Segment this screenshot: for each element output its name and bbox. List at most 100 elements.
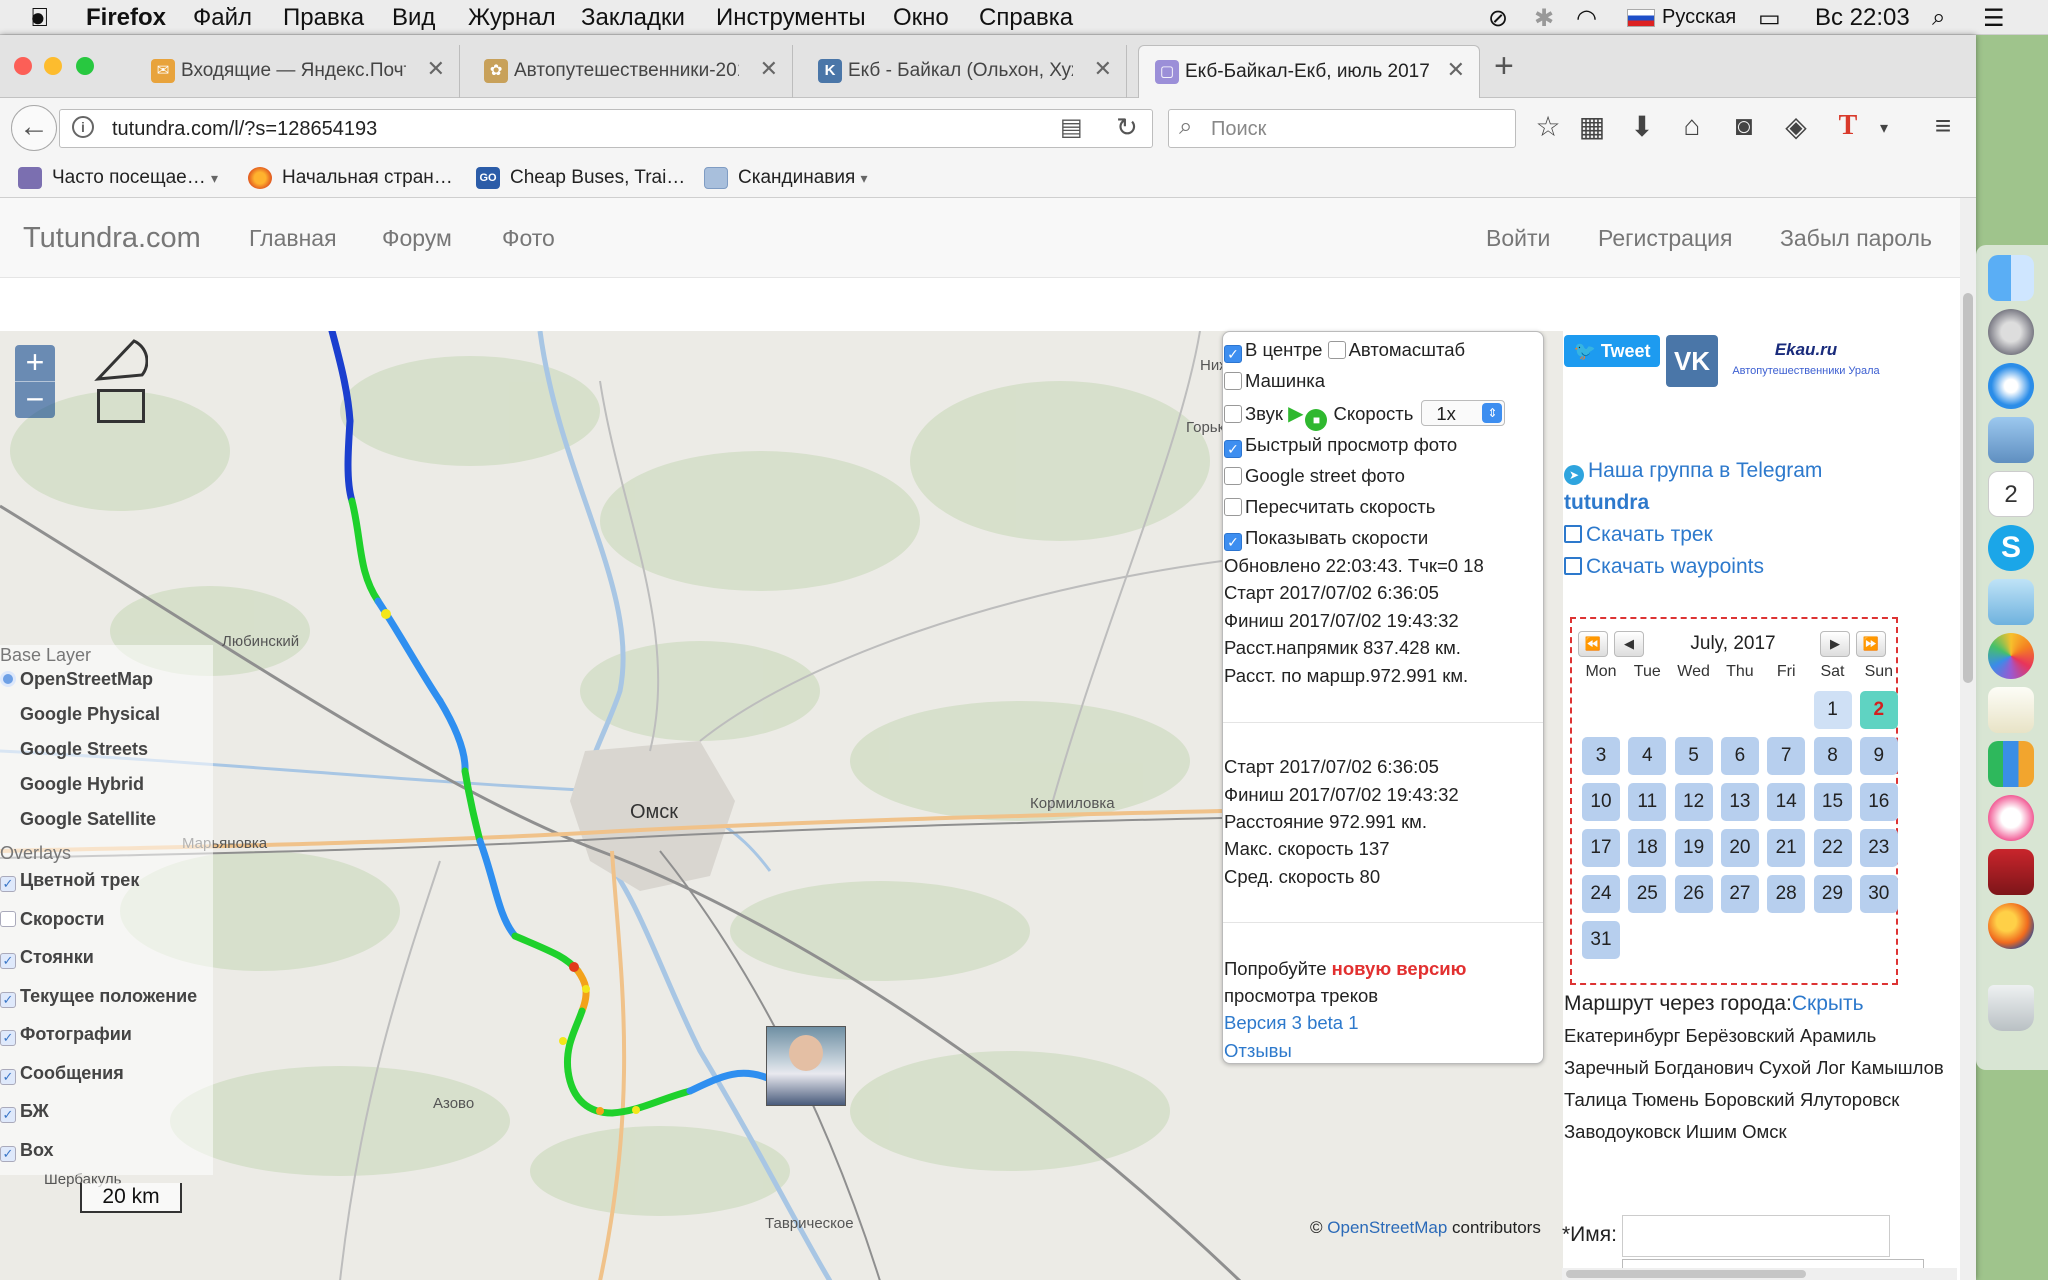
photo-booth-icon[interactable]	[1988, 849, 2034, 895]
calendar-day[interactable]: 4	[1628, 737, 1667, 775]
time-machine-icon[interactable]: ⊘	[1488, 4, 1508, 33]
calendar-day[interactable]: 26	[1674, 875, 1713, 913]
next-year-button[interactable]: ⏩	[1856, 631, 1886, 657]
calendar-day[interactable]: 19	[1674, 829, 1713, 867]
tab-yandex-mail[interactable]: ✉ Входящие — Яндекс.Почта ✕	[135, 45, 460, 98]
name-input[interactable]	[1622, 1215, 1890, 1257]
bookmark-star-icon[interactable]: ☆	[1530, 110, 1566, 143]
site-brand[interactable]: Tutundra.com	[23, 222, 201, 255]
checkbox-checked-icon[interactable]: ✓	[0, 1146, 16, 1162]
vk-share-button[interactable]: VK	[1666, 335, 1718, 387]
checkbox-checked-icon[interactable]: ✓	[1224, 345, 1242, 363]
calendar-day[interactable]: 17	[1582, 829, 1620, 867]
checkbox-checked-icon[interactable]: ✓	[0, 992, 16, 1008]
option-google-street[interactable]: Google street фото	[1224, 465, 1405, 487]
nav-register[interactable]: Регистрация	[1598, 225, 1732, 252]
scroll-thumb[interactable]	[1963, 293, 1973, 683]
close-tab-icon[interactable]: ✕	[760, 56, 778, 82]
textedit-icon[interactable]	[1988, 687, 2034, 733]
bookmarks-list-icon[interactable]: ▦	[1574, 110, 1610, 143]
speed-select[interactable]: 1x ⇕	[1421, 400, 1506, 426]
bookmark-most-visited[interactable]: Часто посещае… ▾	[18, 167, 218, 189]
pause-icon[interactable]: ■	[1305, 409, 1328, 431]
translate-extension-icon[interactable]: T	[1830, 110, 1866, 142]
trash-icon[interactable]	[1988, 985, 2034, 1031]
base-layer-google-physical[interactable]: Google Physical	[20, 704, 160, 725]
calendar-day[interactable]: 14	[1767, 783, 1806, 821]
url-text[interactable]: tutundra.com/l/?s=128654193	[112, 118, 377, 141]
menu-app-name[interactable]: Firefox	[86, 4, 166, 32]
option-center[interactable]: ✓ В центре Автомасштаб	[1224, 339, 1465, 363]
calendar-day[interactable]: 20	[1720, 829, 1759, 867]
prev-year-button[interactable]: ⏪	[1578, 631, 1608, 657]
checkbox-checked-icon[interactable]: ✓	[0, 876, 16, 892]
zoom-out-button[interactable]: −	[15, 381, 55, 417]
back-button[interactable]: ←	[11, 105, 57, 151]
menu-window[interactable]: Окно	[893, 4, 949, 32]
radio-selected-icon[interactable]	[0, 671, 16, 687]
calendar-day[interactable]: 30	[1859, 875, 1898, 913]
menu-hamburger-icon[interactable]: ≡	[1925, 110, 1961, 142]
bookmark-folder-scandinavia[interactable]: Скандинавия ▾	[704, 167, 868, 189]
play-icon[interactable]: ▶	[1288, 403, 1303, 425]
bookmark-start-page[interactable]: Начальная стран…	[248, 167, 453, 189]
reload-icon[interactable]: ↻	[1116, 112, 1138, 143]
calendar-day[interactable]: 21	[1767, 829, 1806, 867]
overlay-color-track[interactable]: ✓ Цветной трек	[0, 870, 139, 892]
photos-icon[interactable]	[1988, 633, 2034, 679]
tab-autotravel[interactable]: ✿ Автопутешественники-2017! Е ✕	[468, 45, 793, 98]
info-icon[interactable]: i	[72, 116, 94, 138]
calendar-day[interactable]: 6	[1720, 737, 1759, 775]
checkbox-unchecked-icon[interactable]	[1224, 372, 1242, 390]
calendar-day[interactable]: 28	[1767, 875, 1806, 913]
menu-bookmarks[interactable]: Закладки	[581, 4, 685, 32]
checkbox-checked-icon[interactable]: ✓	[1224, 440, 1242, 458]
reader-view-icon[interactable]: ▤	[1060, 113, 1083, 142]
close-tab-icon[interactable]: ✕	[1094, 56, 1112, 82]
skype-icon[interactable]: S	[1988, 525, 2034, 571]
apple-logo-icon[interactable]: ●	[30, 2, 46, 33]
chevron-down-icon[interactable]: ▾	[1866, 118, 1902, 138]
route-hide-link[interactable]: Скрыть	[1792, 992, 1864, 1015]
nav-photo[interactable]: Фото	[502, 225, 555, 252]
clock[interactable]: Вс 22:03	[1815, 4, 1910, 32]
wifi-icon[interactable]: ◠	[1576, 4, 1597, 33]
firefox-icon[interactable]	[1988, 903, 2034, 949]
menu-file[interactable]: Файл	[193, 4, 252, 32]
calendar-day[interactable]: 13	[1720, 783, 1759, 821]
checkbox-unchecked-icon[interactable]	[1224, 467, 1242, 485]
option-recalc-speed[interactable]: Пересчитать скорость	[1224, 496, 1435, 518]
ekau-logo[interactable]: Ekau.ru Автопутешественники Урала	[1726, 337, 1886, 391]
telegram-name-link[interactable]: tutundra	[1564, 491, 1649, 515]
new-version-link[interactable]: новую версию	[1332, 958, 1467, 979]
checkbox-checked-icon[interactable]: ✓	[0, 1107, 16, 1123]
new-tab-button[interactable]: +	[1494, 47, 1514, 86]
next-month-button[interactable]: ▶	[1820, 631, 1850, 657]
battery-icon[interactable]: ▭	[1758, 4, 1781, 33]
menu-edit[interactable]: Правка	[283, 4, 364, 32]
calendar-day[interactable]: 5	[1674, 737, 1713, 775]
overlay-stops[interactable]: ✓ Стоянки	[0, 947, 94, 969]
version-link[interactable]: Версия 3 beta 1	[1224, 1012, 1359, 1034]
home-icon[interactable]: ⌂	[1674, 110, 1710, 142]
launchpad-icon[interactable]	[1988, 309, 2034, 355]
calendar-day[interactable]: 10	[1582, 783, 1620, 821]
menu-history[interactable]: Журнал	[468, 4, 556, 32]
calendar-day[interactable]: 8	[1813, 737, 1852, 775]
calendar-day[interactable]: 27	[1720, 875, 1759, 913]
preview-icon[interactable]	[1988, 579, 2034, 625]
checkbox-checked-icon[interactable]: ✓	[1224, 533, 1242, 551]
calendar-day[interactable]: 25	[1628, 875, 1667, 913]
calendar-day[interactable]: 22	[1813, 829, 1852, 867]
track-photo-thumbnail[interactable]	[766, 1026, 846, 1106]
calendar-day[interactable]: 24	[1582, 875, 1620, 913]
download-track-link[interactable]: Скачать трек	[1564, 523, 1713, 547]
calendar-day[interactable]: 31	[1582, 921, 1620, 959]
download-waypoints-link[interactable]: Скачать waypoints	[1564, 555, 1764, 579]
url-bar[interactable]: i tutundra.com/l/?s=128654193 ▤ ↻	[59, 109, 1153, 148]
menu-view[interactable]: Вид	[392, 4, 435, 32]
calendar-day[interactable]: 29	[1813, 875, 1852, 913]
calendar-day[interactable]: 11	[1628, 783, 1667, 821]
telegram-group-link[interactable]: ➤ Наша группа в Telegram	[1564, 459, 1822, 485]
checkbox-unchecked-icon[interactable]	[1224, 498, 1242, 516]
